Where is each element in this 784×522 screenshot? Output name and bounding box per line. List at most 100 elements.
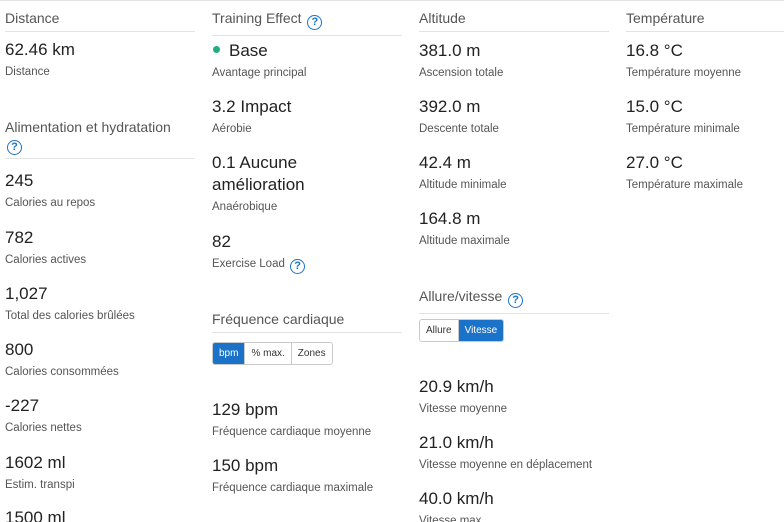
pace-stat: 40.0 km/h Vitesse max: [419, 488, 609, 522]
exercise-load-label-row: Exercise Load ?: [212, 257, 402, 274]
nutrition-stat: 800 Calories consommées: [5, 339, 195, 379]
altitude-value: 392.0 m: [419, 97, 481, 116]
temperature-value: 15.0 °C: [626, 97, 683, 116]
heart-tab-pct-max[interactable]: % max.: [244, 343, 291, 364]
exercise-load-help-icon[interactable]: ?: [290, 259, 306, 274]
training-help-icon[interactable]: ?: [307, 15, 323, 30]
temperature-value: 16.8 °C: [626, 41, 683, 60]
pace-help-icon[interactable]: ?: [508, 293, 524, 308]
pace-max-label: Vitesse max: [419, 515, 482, 522]
exercise-load-value: 82: [212, 232, 231, 251]
altitude-value: 164.8 m: [419, 209, 481, 228]
heart-stat: 129 bpm Fréquence cardiaque moyenne: [212, 399, 402, 439]
nutrition-value: 1500 ml: [5, 508, 66, 522]
nutrition-label: Calories consommées: [5, 366, 119, 378]
heart-avg-value: 129 bpm: [212, 400, 279, 419]
pace-tab-vitesse[interactable]: Vitesse: [457, 320, 504, 341]
altitude-label: Descente totale: [419, 123, 499, 135]
nutrition-label: Calories actives: [5, 254, 87, 266]
heart-max-label: Fréquence cardiaque maximale: [212, 482, 374, 494]
distance-value: 62.46 km: [5, 40, 75, 59]
pace-section-title: Allure/vitesse ?: [419, 278, 609, 314]
distance-stat: 62.46 km Distance: [5, 39, 195, 79]
pace-avg-label: Vitesse moyenne: [419, 403, 508, 415]
column-training-heart: Training Effect ? Base Avantage principa…: [212, 0, 402, 494]
nutrition-value: 1,027: [5, 284, 48, 303]
nutrition-stat: 1602 ml Estim. transpi: [5, 452, 195, 492]
altitude-label: Altitude minimale: [419, 179, 507, 191]
heart-section-title: Fréquence cardiaque: [212, 301, 402, 333]
training-section-title: Training Effect ?: [212, 0, 402, 36]
distance-label: Distance: [5, 66, 50, 78]
nutrition-stat: -227 Calories nettes: [5, 395, 195, 435]
altitude-stat: 164.8 m Altitude maximale: [419, 208, 609, 248]
training-stat: 3.2 Impact Aérobie: [212, 96, 402, 136]
nutrition-value: -227: [5, 396, 40, 415]
heart-avg-label: Fréquence cardiaque moyenne: [212, 426, 372, 438]
nutrition-value: 800: [5, 340, 34, 359]
training-primary-label: Avantage principal: [212, 67, 307, 79]
status-dot-icon: [213, 46, 220, 53]
pace-stat: 20.9 km/h Vitesse moyenne: [419, 376, 609, 416]
nutrition-help-icon[interactable]: ?: [7, 140, 22, 155]
temperature-label: Température maximale: [626, 179, 743, 191]
training-aerobic-value: 3.2 Impact: [212, 97, 292, 116]
distance-section-title: Distance: [5, 0, 195, 32]
training-primary-value: Base: [229, 41, 268, 60]
training-title: Training Effect: [212, 10, 302, 26]
altitude-stat: 381.0 m Ascension totale: [419, 40, 609, 80]
pace-max-value: 40.0 km/h: [419, 489, 494, 508]
temperature-stat: 15.0 °C Température minimale: [626, 96, 784, 136]
nutrition-stat: 1500 ml: [5, 507, 195, 522]
nutrition-label: Calories au repos: [5, 197, 96, 209]
pace-stat: 21.0 km/h Vitesse moyenne en déplacement: [419, 432, 609, 472]
training-anaerobic-value: 0.1 Aucune amélioration: [212, 153, 305, 194]
training-anaerobic-label: Anaérobique: [212, 201, 278, 213]
heart-tab-zones[interactable]: Zones: [290, 343, 332, 364]
altitude-value: 381.0 m: [419, 41, 481, 60]
heart-stat: 150 bpm Fréquence cardiaque maximale: [212, 455, 402, 495]
pace-tab-allure[interactable]: Allure: [420, 320, 458, 341]
nutrition-stat: 782 Calories actives: [5, 227, 195, 267]
temperature-section-title: Température: [626, 0, 784, 32]
temperature-stat: 16.8 °C Température moyenne: [626, 40, 784, 80]
nutrition-label: Calories nettes: [5, 422, 82, 434]
altitude-stat: 42.4 m Altitude minimale: [419, 152, 609, 192]
pace-moving-label: Vitesse moyenne en déplacement: [419, 459, 593, 471]
pace-title: Allure/vitesse: [419, 288, 503, 304]
training-stat: 82 Exercise Load ?: [212, 231, 402, 274]
altitude-label: Altitude maximale: [419, 235, 510, 247]
nutrition-stat: 245 Calories au repos: [5, 170, 195, 210]
pace-moving-value: 21.0 km/h: [419, 433, 494, 452]
nutrition-header: Alimentation et hydratation ?: [5, 111, 195, 159]
heart-max-value: 150 bpm: [212, 456, 279, 475]
training-aerobic-label: Aérobie: [212, 123, 252, 135]
nutrition-section-title: Alimentation et hydratation ?: [5, 111, 195, 159]
exercise-load-label: Exercise Load: [212, 258, 285, 270]
nutrition-title: Alimentation et hydratation: [5, 119, 171, 135]
training-stat: Base Avantage principal: [212, 40, 402, 80]
temperature-value: 27.0 °C: [626, 153, 683, 172]
nutrition-label: Estim. transpi: [5, 479, 75, 491]
nutrition-value: 782: [5, 228, 34, 247]
altitude-stat: 392.0 m Descente totale: [419, 96, 609, 136]
nutrition-value: 1602 ml: [5, 453, 66, 472]
column-temperature: Température 16.8 °C Température moyenne …: [626, 0, 784, 191]
nutrition-value: 245: [5, 171, 34, 190]
altitude-section-title: Altitude: [419, 0, 609, 32]
temperature-label: Température moyenne: [626, 67, 742, 79]
training-primary-row: Base: [212, 40, 402, 62]
nutrition-stat: 1,027 Total des calories brûlées: [5, 283, 195, 323]
temperature-label: Température minimale: [626, 123, 740, 135]
pace-avg-value: 20.9 km/h: [419, 377, 494, 396]
training-stat: 0.1 Aucune amélioration Anaérobique: [212, 152, 382, 214]
temperature-stat: 27.0 °C Température maximale: [626, 152, 784, 192]
column-altitude-pace: Altitude 381.0 m Ascension totale 392.0 …: [419, 0, 609, 522]
pace-header: Allure/vitesse ?: [419, 278, 609, 314]
altitude-value: 42.4 m: [419, 153, 471, 172]
altitude-label: Ascension totale: [419, 67, 504, 79]
heart-header: Fréquence cardiaque: [212, 301, 402, 333]
nutrition-label: Total des calories brûlées: [5, 310, 135, 322]
heart-tab-bpm[interactable]: bpm: [213, 343, 245, 364]
pace-unit-toggle: Allure Vitesse: [419, 319, 505, 342]
